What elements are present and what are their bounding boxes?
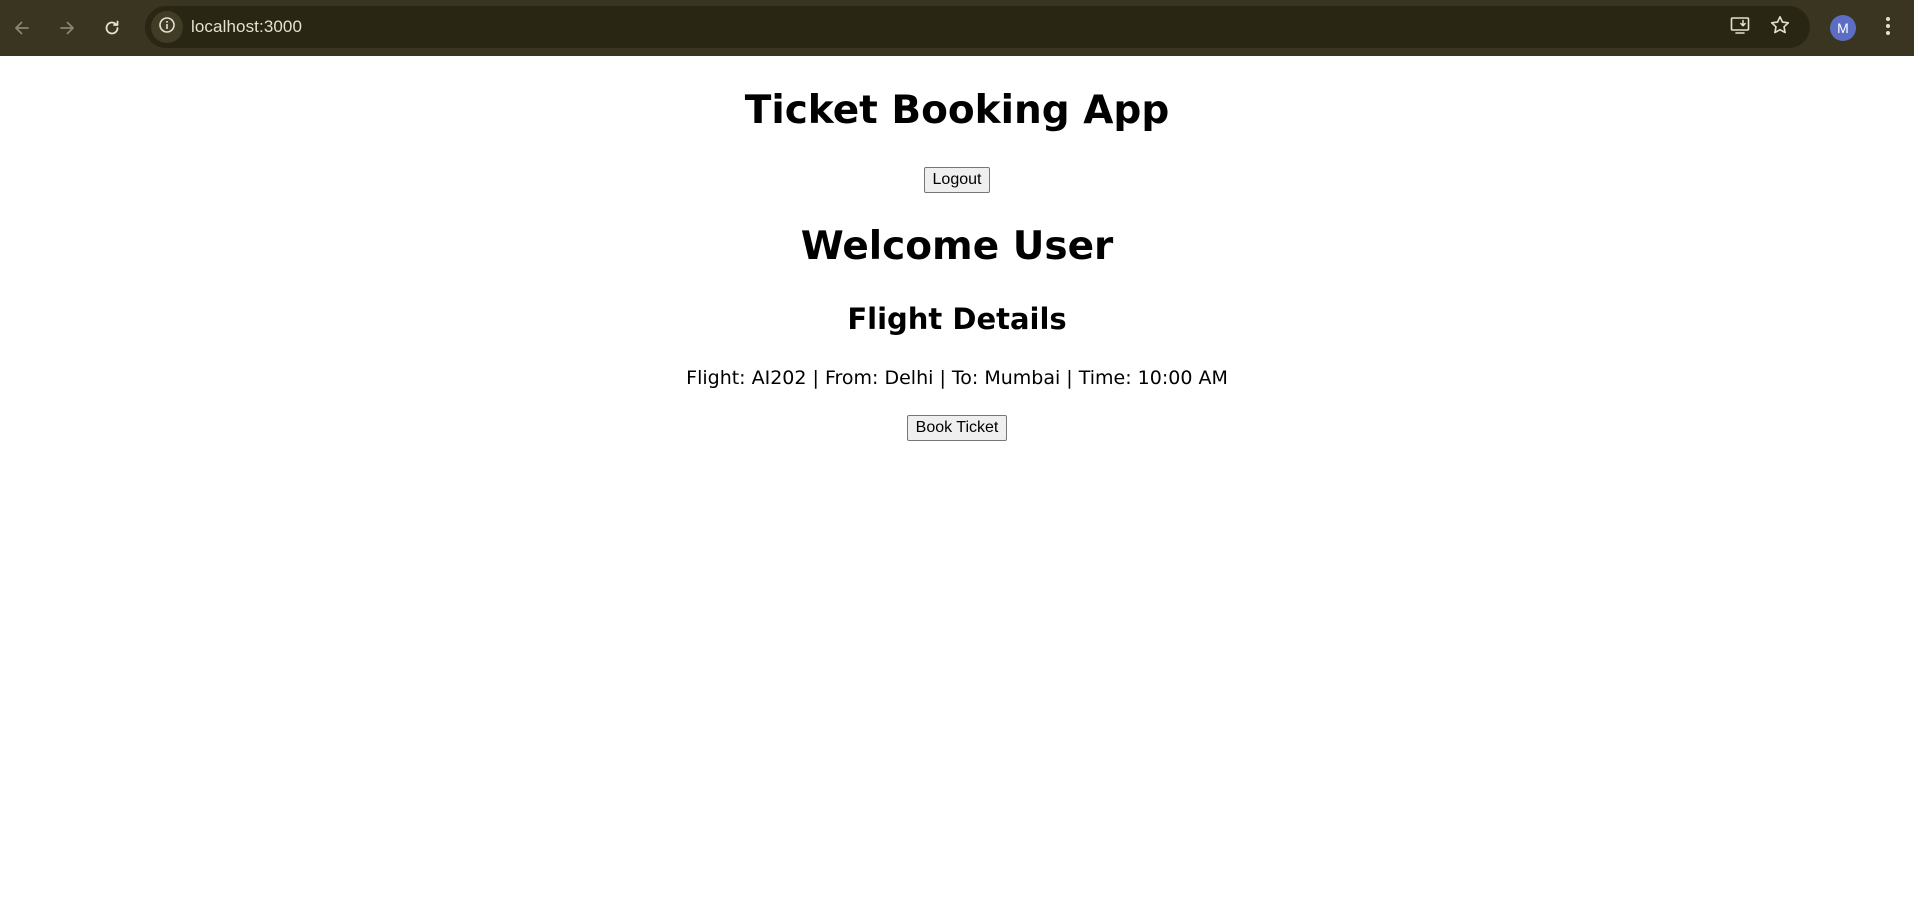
app-title: Ticket Booking App [744,88,1170,133]
address-bar[interactable]: localhost:3000 [145,6,1810,48]
back-button[interactable] [4,10,40,46]
site-info-button[interactable] [151,11,183,43]
welcome-heading: Welcome User [800,224,1114,269]
page-content: Ticket Booking App Logout Welcome User F… [0,56,1914,906]
install-app-button[interactable] [1727,14,1753,40]
flight-info-text: Flight: AI202 | From: Delhi | To: Mumbai… [686,367,1228,389]
reload-icon [102,18,122,38]
forward-button[interactable] [49,10,85,46]
kebab-menu-icon [1885,16,1891,40]
profile-avatar[interactable]: M [1830,15,1856,41]
flight-details-heading: Flight Details [847,302,1067,336]
reload-button[interactable] [94,10,130,46]
forward-arrow-icon [57,18,77,38]
logout-container: Logout [0,167,1914,193]
star-icon [1769,14,1791,40]
install-app-icon [1729,14,1751,40]
browser-menu-button[interactable] [1876,14,1900,42]
url-text[interactable]: localhost:3000 [191,17,302,37]
book-ticket-button[interactable]: Book Ticket [906,415,1008,441]
back-arrow-icon [12,18,32,38]
bookmark-button[interactable] [1767,14,1793,40]
logout-button[interactable]: Logout [923,167,991,193]
book-container: Book Ticket [0,415,1914,441]
avatar-initial: M [1837,20,1849,36]
info-icon [158,16,176,38]
browser-toolbar: localhost:3000 M [0,0,1914,56]
